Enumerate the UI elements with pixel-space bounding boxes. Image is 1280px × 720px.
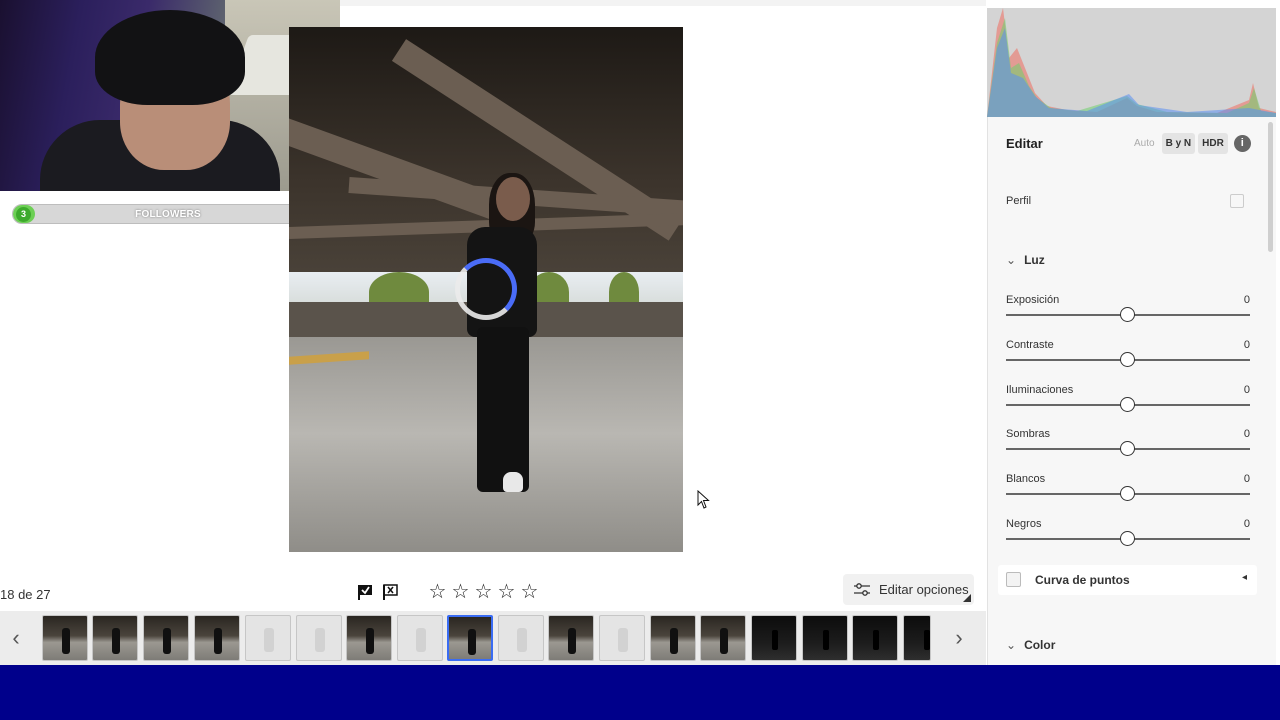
- photo-counter: 18 de 27: [0, 587, 51, 602]
- slider-label: Sombras: [1006, 428, 1051, 440]
- filmstrip-thumbnail[interactable]: [802, 615, 848, 661]
- slider-knob[interactable]: [1120, 441, 1135, 456]
- slider-value[interactable]: 0: [1244, 428, 1250, 440]
- sliders-icon: [854, 582, 870, 596]
- point-curve-label: Curva de puntos: [1035, 573, 1130, 587]
- followers-goal-bar: 3 FOLLOWERS 100: [12, 204, 324, 224]
- star-1-icon[interactable]: ☆: [428, 582, 447, 602]
- filmstrip-thumbnail[interactable]: [548, 615, 594, 661]
- corner-indicator-icon: [963, 594, 971, 602]
- followers-label: FOLLOWERS: [135, 209, 201, 220]
- bw-button[interactable]: B y N: [1161, 133, 1196, 154]
- section-light-label: Luz: [1024, 253, 1045, 267]
- filmstrip-thumbnail[interactable]: [42, 615, 88, 661]
- mode-buttons: Auto B y N HDR i: [1130, 133, 1251, 154]
- filmstrip-thumbnail[interactable]: [346, 615, 392, 661]
- filmstrip-thumbnail[interactable]: [194, 615, 240, 661]
- slider-value[interactable]: 0: [1244, 473, 1250, 485]
- triangle-left-icon: ◂: [1241, 572, 1247, 583]
- filmstrip-thumbnail[interactable]: [650, 615, 696, 661]
- slider-label: Exposición: [1006, 294, 1060, 306]
- section-color[interactable]: ⌄ Color: [1006, 638, 1055, 652]
- chevron-left-icon[interactable]: ‹: [5, 620, 27, 656]
- filmstrip-thumbnail[interactable]: [599, 615, 645, 661]
- panel-title: Editar: [1006, 136, 1043, 151]
- filmstrip-thumbnail[interactable]: [498, 615, 544, 661]
- filmstrip-thumbnail[interactable]: [143, 615, 189, 661]
- slider-value[interactable]: 0: [1244, 518, 1250, 530]
- star-5-icon[interactable]: ☆: [520, 582, 539, 602]
- slider-knob[interactable]: [1120, 531, 1135, 546]
- filmstrip-thumbnail[interactable]: [852, 615, 898, 661]
- profile-label[interactable]: Perfil: [1006, 195, 1031, 207]
- auto-button[interactable]: Auto: [1130, 133, 1159, 154]
- slider-knob[interactable]: [1120, 352, 1135, 367]
- star-2-icon[interactable]: ☆: [451, 582, 470, 602]
- filmstrip-thumbnail[interactable]: [903, 615, 931, 661]
- slider-value[interactable]: 0: [1244, 339, 1250, 351]
- chevron-down-icon: ⌄: [1006, 253, 1017, 267]
- filmstrip-thumbnail-selected[interactable]: [447, 615, 493, 661]
- slider-knob[interactable]: [1120, 307, 1135, 322]
- chevron-right-icon[interactable]: ›: [948, 620, 970, 656]
- hdr-button[interactable]: HDR: [1198, 133, 1228, 154]
- slider-label: Negros: [1006, 518, 1042, 530]
- star-4-icon[interactable]: ☆: [497, 582, 516, 602]
- loading-spinner-icon: [455, 258, 517, 320]
- slider-label: Contraste: [1006, 339, 1054, 351]
- bottom-bar: [0, 665, 1280, 720]
- top-strip: [340, 0, 986, 6]
- profile-grid-icon[interactable]: [1230, 194, 1244, 208]
- slider-knob[interactable]: [1120, 397, 1135, 412]
- slider-value[interactable]: 0: [1244, 294, 1250, 306]
- filmstrip-thumbnail[interactable]: [751, 615, 797, 661]
- section-light[interactable]: ⌄ Luz: [1006, 253, 1045, 267]
- slider-label: Iluminaciones: [1006, 384, 1074, 396]
- edit-options-button[interactable]: Editar opciones: [843, 574, 974, 605]
- star-3-icon[interactable]: ☆: [474, 582, 493, 602]
- flag-controls: [357, 584, 399, 601]
- star-rating: ☆ ☆ ☆ ☆ ☆: [428, 582, 539, 602]
- section-color-label: Color: [1024, 638, 1056, 652]
- filmstrip-thumbnail[interactable]: [245, 615, 291, 661]
- slider-value[interactable]: 0: [1244, 384, 1250, 396]
- panel-scrollbar[interactable]: [1268, 122, 1273, 252]
- filmstrip-thumbnail[interactable]: [296, 615, 342, 661]
- point-curve-row[interactable]: Curva de puntos ◂: [998, 565, 1257, 595]
- slider-knob[interactable]: [1120, 486, 1135, 501]
- flag-reject-icon[interactable]: [382, 584, 399, 601]
- chevron-down-icon: ⌄: [1006, 638, 1017, 652]
- curve-icon: [1006, 572, 1021, 587]
- filmstrip-thumbnail[interactable]: [92, 615, 138, 661]
- slider-label: Blancos: [1006, 473, 1046, 485]
- filmstrip-thumbnail[interactable]: [700, 615, 746, 661]
- filmstrip-thumbnail[interactable]: [397, 615, 443, 661]
- mouse-cursor-icon: [697, 490, 710, 509]
- edit-options-label: Editar opciones: [879, 582, 969, 597]
- histogram: [987, 8, 1276, 117]
- flag-pick-icon[interactable]: [357, 584, 374, 601]
- info-icon[interactable]: i: [1233, 135, 1251, 152]
